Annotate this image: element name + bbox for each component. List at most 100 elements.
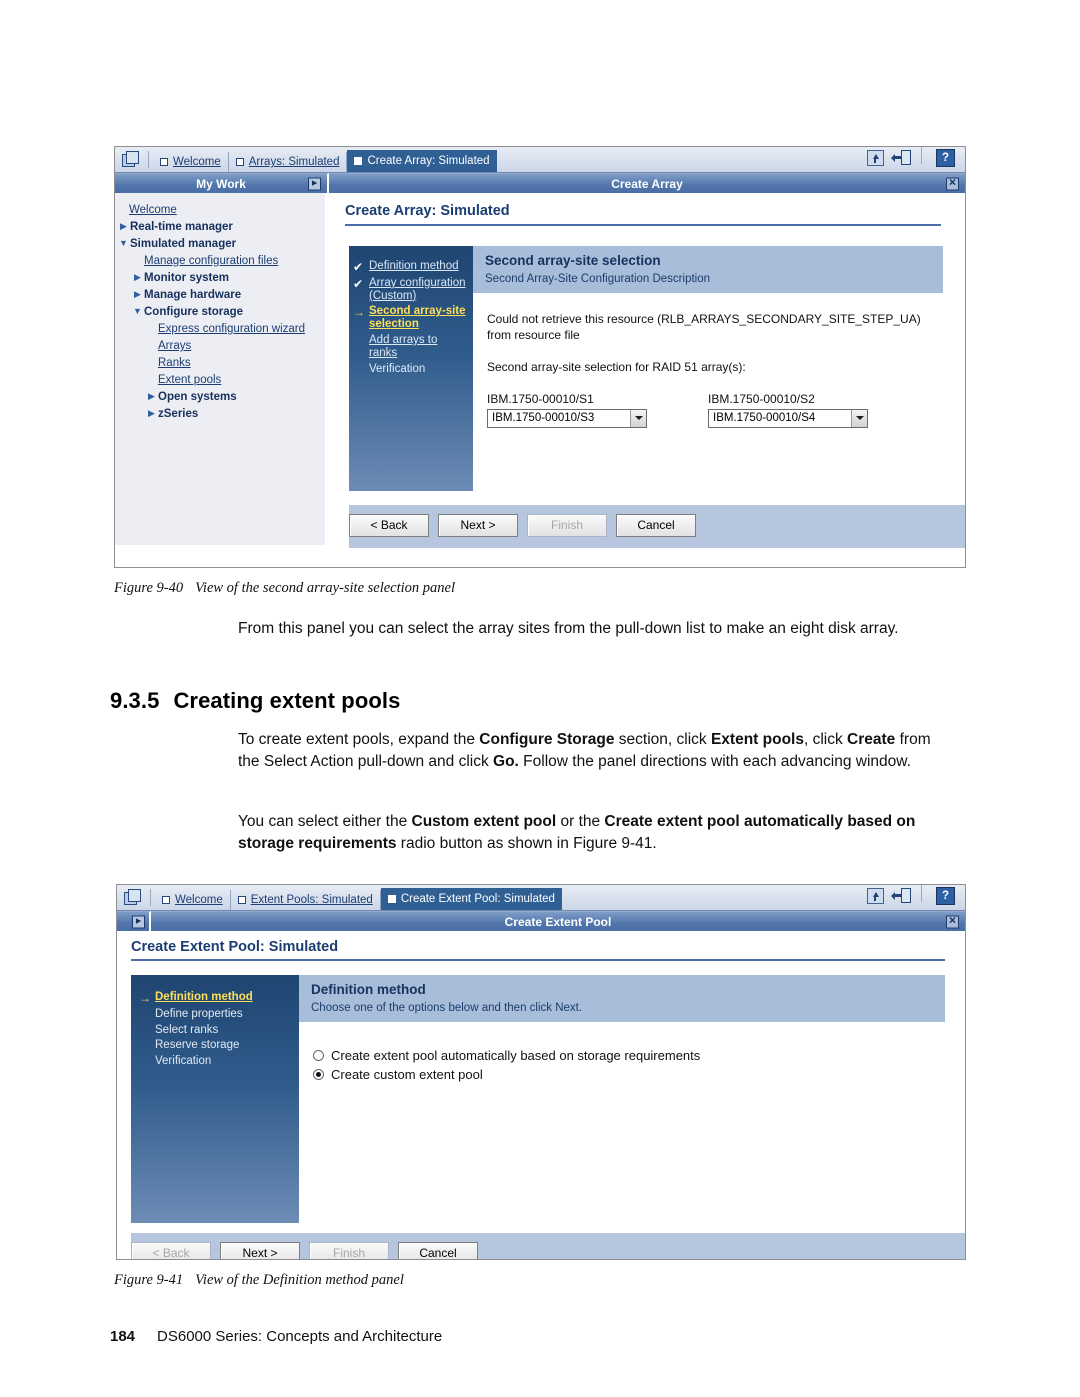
help-icon[interactable]: ?	[936, 886, 955, 905]
sidebar-item-configure-storage[interactable]: ▼ Configure storage	[115, 303, 325, 320]
figure-number: Figure 9-41	[114, 1272, 184, 1288]
paragraph-you-can-select: You can select either the Custom extent …	[238, 811, 950, 855]
text-run: You can select either the	[238, 813, 412, 830]
panel-header: Second array-site selection Second Array…	[473, 246, 943, 293]
close-icon[interactable]: ✕	[946, 177, 959, 190]
wizard-step-define-properties: Define properties	[139, 1006, 293, 1022]
sidebar-item-manage-configuration-files[interactable]: Manage configuration files	[115, 252, 325, 269]
arrow-right-icon: →	[139, 990, 151, 1005]
array-site-dropdown-2[interactable]: IBM.1750-00010/S4	[708, 408, 868, 428]
export-icon[interactable]	[867, 149, 884, 166]
cancel-button[interactable]: Cancel	[398, 1242, 478, 1259]
panel-header: Definition method Choose one of the opti…	[299, 975, 945, 1022]
tab-welcome[interactable]: Welcome	[153, 152, 229, 172]
tab-marker-icon	[162, 896, 170, 904]
cancel-button[interactable]: Cancel	[616, 514, 696, 537]
sidebar-item-welcome[interactable]: Welcome	[115, 201, 325, 218]
wizard-step-add-arrays-to-ranks[interactable]: Add arrays to ranks	[353, 333, 467, 362]
exit-icon[interactable]	[891, 150, 911, 165]
wizard-step-label: Add arrays to ranks	[369, 334, 438, 360]
dropdown-value: IBM.1750-00010/S3	[492, 412, 595, 425]
page-number: 184	[110, 1328, 136, 1345]
next-button[interactable]: Next >	[220, 1242, 300, 1259]
page-footer: 184 DS6000 Series: Concepts and Architect…	[110, 1328, 442, 1345]
tab-welcome[interactable]: Welcome	[155, 890, 231, 910]
help-icon[interactable]: ?	[936, 148, 955, 167]
panel-content: Create extent pool automatically based o…	[299, 1022, 945, 1096]
radio-option-custom[interactable]: Create custom extent pool	[313, 1067, 931, 1082]
wizard-step-reserve-storage: Reserve storage	[139, 1038, 293, 1054]
figure-caption-9-40: Figure 9-40 View of the second array-site…	[114, 580, 455, 597]
sidebar-item-ranks[interactable]: Ranks	[115, 355, 325, 372]
tab-marker-icon	[235, 158, 244, 166]
radio-button-custom[interactable]	[313, 1069, 324, 1080]
sidebar-item-manage-hardware[interactable]: ▶ Manage hardware	[115, 286, 325, 303]
figure-caption-text: View of the Definition method panel	[195, 1272, 404, 1288]
divider	[921, 147, 922, 164]
divider	[148, 151, 149, 168]
wizard-step-second-array-site-selection[interactable]: → Second array-site selection	[353, 304, 467, 333]
tab-extent-pools-simulated[interactable]: Extent Pools: Simulated	[231, 890, 381, 910]
section-number: 9.3.5	[110, 688, 160, 713]
sidebar-item-express-configuration-wizard[interactable]: Express configuration wizard	[115, 320, 325, 337]
tab-label: Create Array: Simulated	[367, 155, 490, 167]
next-button[interactable]: Next >	[438, 514, 518, 537]
sidebar-item-extent-pools[interactable]: Extent pools	[115, 372, 325, 389]
tab-marker-icon	[160, 158, 168, 166]
array-site-dropdown-1[interactable]: IBM.1750-00010/S3	[487, 408, 647, 428]
wizard-content-panel: Definition method Choose one of the opti…	[299, 975, 945, 1223]
close-icon[interactable]: ✕	[946, 915, 959, 928]
radio-option-automatic[interactable]: Create extent pool automatically based o…	[313, 1048, 931, 1063]
tab-arrays-simulated[interactable]: Arrays: Simulated	[229, 152, 348, 172]
figure-caption-9-41: Figure 9-41 View of the Definition method…	[114, 1272, 404, 1289]
panel-title: Create Array	[611, 176, 683, 191]
book-title: DS6000 Series: Concepts and Architecture	[157, 1328, 443, 1345]
tab-label: Welcome	[175, 894, 223, 906]
text-run: Follow the panel directions with each ad…	[518, 753, 911, 770]
field-label: IBM.1750-00010/S2	[708, 391, 815, 406]
sidebar-item-simulated-manager[interactable]: ▼ Simulated manager	[115, 235, 325, 252]
arrow-right-icon: →	[353, 305, 365, 320]
expand-panel-button[interactable]: ▸	[308, 177, 321, 190]
sidebar-item-arrays[interactable]: Arrays	[115, 338, 325, 355]
panel-subheading: Second Array-Site Configuration Descript…	[485, 273, 711, 285]
export-icon[interactable]	[867, 887, 884, 904]
chevron-down-icon: ▼	[133, 305, 142, 316]
text-run: or the	[556, 813, 605, 830]
text-run: radio button as shown in Figure 9-41.	[396, 835, 657, 852]
back-button[interactable]: < Back	[349, 514, 429, 537]
wizard-step-definition-method[interactable]: → Definition method	[139, 989, 293, 1006]
wizard-step-label: Verification	[155, 1055, 212, 1068]
error-message: Could not retrieve this resource (RLB_AR…	[487, 312, 921, 343]
sidebar-item-open-systems[interactable]: ▶ Open systems	[115, 389, 325, 406]
tab-label: Arrays: Simulated	[248, 156, 340, 168]
tab-create-array-simulated[interactable]: Create Array: Simulated	[347, 150, 497, 172]
wizard-step-label: Select ranks	[155, 1023, 219, 1036]
panel-heading: Definition method	[311, 982, 426, 997]
sidebar-item-label: Simulated manager	[130, 237, 237, 250]
wizard-step-definition-method[interactable]: ✔ Definition method	[353, 258, 467, 275]
chevron-right-icon: ▶	[134, 271, 141, 282]
my-work-navigation: Welcome ▶ Real-time manager ▼ Simulated …	[115, 193, 327, 545]
tab-create-extent-pool-simulated[interactable]: Create Extent Pool: Simulated	[380, 888, 562, 910]
screen-body: Welcome ▶ Real-time manager ▼ Simulated …	[115, 193, 965, 548]
sidebar-item-monitor-system[interactable]: ▶ Monitor system	[115, 269, 325, 286]
sidebar-item-label: Open systems	[158, 391, 237, 404]
sidebar-item-label: zSeries	[158, 408, 199, 421]
tab-label: Create Extent Pool: Simulated	[400, 893, 555, 905]
wizard-card: ✔ Definition method ✔ Array configuratio…	[349, 246, 943, 491]
finish-button: Finish	[309, 1242, 389, 1259]
expand-panel-button[interactable]: ▸	[132, 915, 145, 928]
exit-icon[interactable]	[891, 888, 911, 903]
wizard-area: Create Array: Simulated ✔ Definition met…	[327, 193, 965, 548]
radio-button-automatic[interactable]	[313, 1050, 324, 1061]
chevron-down-icon: ▼	[119, 237, 128, 248]
title-band-row: My Work ▸ Create Array ✕	[115, 173, 965, 193]
sidebar-item-label: Express configuration wizard	[158, 322, 306, 335]
chevron-down-icon	[851, 409, 867, 427]
dropdown-value: IBM.1750-00010/S4	[713, 412, 816, 425]
panel-content: Could not retrieve this resource (RLB_AR…	[473, 293, 943, 438]
sidebar-item-zseries[interactable]: ▶ zSeries	[115, 406, 325, 423]
wizard-step-array-configuration[interactable]: ✔ Array configuration (Custom)	[353, 275, 467, 304]
sidebar-item-real-time-manager[interactable]: ▶ Real-time manager	[115, 218, 325, 235]
